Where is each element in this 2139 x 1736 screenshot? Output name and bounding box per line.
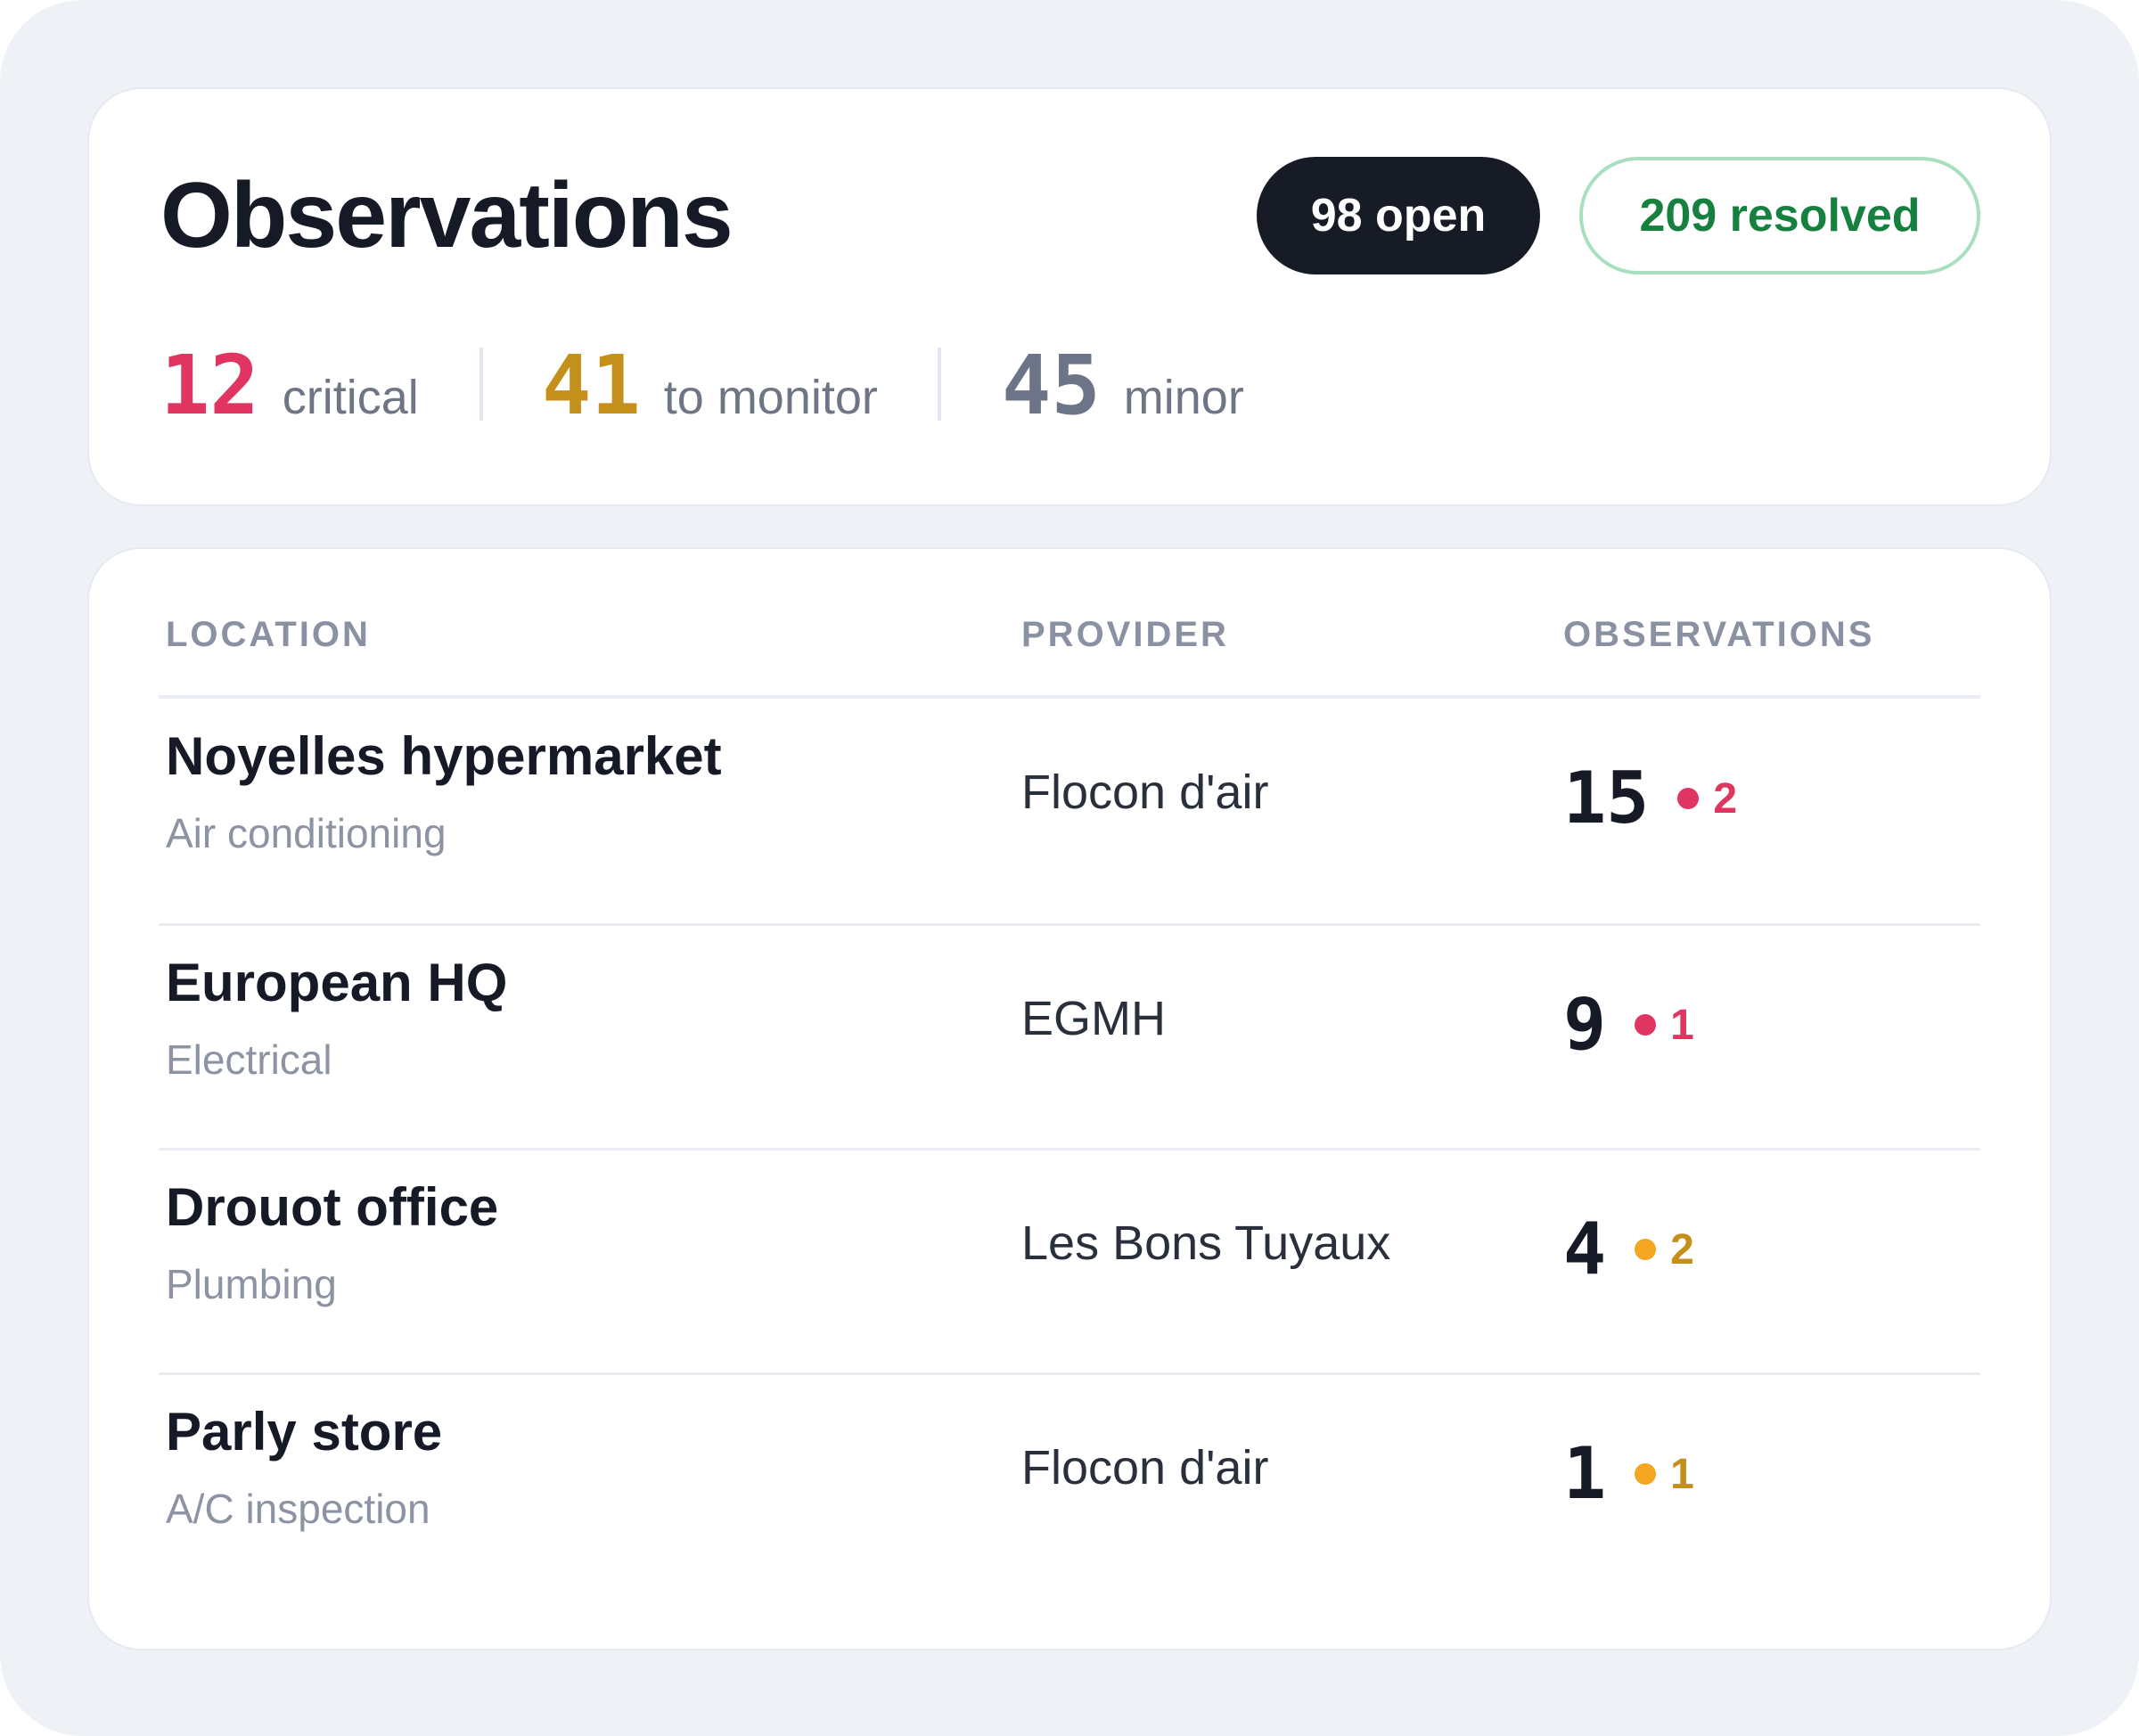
location-category: Electrical xyxy=(166,1036,332,1083)
stat-critical-value: 12 xyxy=(160,338,259,433)
location-name: European HQ xyxy=(166,953,508,1012)
observation-count: 15 2 xyxy=(1563,754,1737,843)
observation-total: 1 xyxy=(1563,1432,1607,1515)
observation-total: 4 xyxy=(1563,1208,1607,1290)
open-filter-button[interactable]: 98 open xyxy=(1257,157,1540,274)
observation-total: 9 xyxy=(1563,983,1607,1066)
severity-count: 2 xyxy=(1670,1225,1694,1273)
provider-name: EGMH xyxy=(1021,992,1166,1045)
location-name: Parly store xyxy=(166,1402,443,1462)
location-name: Drouot office xyxy=(166,1177,499,1237)
stat-minor-label: minor xyxy=(1123,371,1244,424)
severity-count: 2 xyxy=(1713,774,1738,823)
page-title: Observations xyxy=(160,164,733,267)
observation-total: 15 xyxy=(1563,757,1650,839)
column-header-observations[interactable]: OBSERVATIONS xyxy=(1563,615,1874,655)
column-header-provider[interactable]: PROVIDER xyxy=(1021,615,1229,655)
stat-monitor: 41 to monitor xyxy=(542,337,878,435)
provider-name: Flocon d'air xyxy=(1021,766,1269,819)
stat-divider xyxy=(938,348,941,421)
table-row[interactable]: Drouot office Plumbing Les Bons Tuyaux 4… xyxy=(0,1150,2139,1374)
stat-monitor-value: 41 xyxy=(542,338,641,433)
severity-count: 1 xyxy=(1670,1001,1694,1049)
severity-dot-icon xyxy=(1635,1463,1657,1485)
location-name: Noyelles hypermarket xyxy=(166,726,722,786)
severity-dot-icon xyxy=(1677,788,1700,809)
observation-count: 1 1 xyxy=(1563,1429,1694,1519)
column-header-location[interactable]: LOCATION xyxy=(166,615,371,655)
stat-monitor-label: to monitor xyxy=(663,371,878,424)
table-row[interactable]: European HQ Electrical EGMH 9 1 xyxy=(0,925,2139,1150)
severity-dot-icon xyxy=(1635,1239,1657,1260)
resolved-filter-button[interactable]: 209 resolved xyxy=(1579,157,1980,274)
stat-critical: 12 critical xyxy=(160,337,419,435)
stat-critical-label: critical xyxy=(282,371,419,424)
severity-dot-icon xyxy=(1635,1014,1657,1036)
summary-card xyxy=(87,87,2052,506)
severity-count: 1 xyxy=(1670,1450,1694,1498)
observation-count: 4 2 xyxy=(1563,1205,1694,1294)
provider-name: Les Bons Tuyaux xyxy=(1021,1216,1391,1270)
observation-count: 9 1 xyxy=(1563,980,1694,1069)
stat-divider xyxy=(479,348,483,421)
table-row[interactable]: Noyelles hypermarket Air conditioning Fl… xyxy=(0,699,2139,923)
location-category: Plumbing xyxy=(166,1261,337,1307)
location-category: Air conditioning xyxy=(166,810,447,856)
provider-name: Flocon d'air xyxy=(1021,1441,1269,1494)
location-category: A/C inspection xyxy=(166,1486,430,1532)
stat-minor: 45 minor xyxy=(1002,337,1244,435)
table-row[interactable]: Parly store A/C inspection Flocon d'air … xyxy=(0,1374,2139,1599)
stat-minor-value: 45 xyxy=(1002,338,1101,433)
